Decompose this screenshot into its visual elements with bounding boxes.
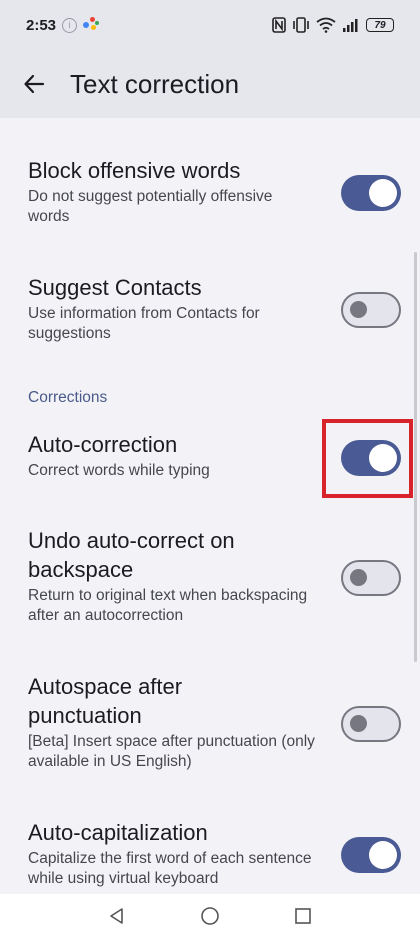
signal-icon bbox=[343, 19, 358, 32]
toggle-knob bbox=[369, 179, 397, 207]
nav-home-button[interactable] bbox=[190, 896, 230, 936]
vibrate-icon bbox=[293, 17, 309, 33]
toggle-block-offensive[interactable] bbox=[341, 175, 401, 211]
battery-icon: 79 bbox=[366, 18, 394, 32]
back-button[interactable] bbox=[14, 64, 54, 104]
setting-title: Auto-capitalization bbox=[28, 820, 208, 845]
navigation-bar bbox=[0, 894, 420, 938]
toggle-auto-correction[interactable] bbox=[341, 440, 401, 476]
status-bar: 2:53 i 79 bbox=[0, 0, 420, 50]
nav-recents-button[interactable] bbox=[283, 896, 323, 936]
setting-title: Suggest Contacts bbox=[28, 275, 202, 300]
info-icon: i bbox=[62, 17, 78, 33]
arrow-back-icon bbox=[24, 74, 45, 94]
setting-summary: Return to original text when backspacing… bbox=[28, 587, 308, 624]
toggle-undo-autocorrect[interactable] bbox=[341, 560, 401, 596]
setting-title: Auto-correction bbox=[28, 432, 178, 457]
setting-auto-correction[interactable]: Auto-correction Correct words while typi… bbox=[28, 430, 318, 481]
status-icons: 79 bbox=[272, 17, 394, 33]
setting-block-offensive[interactable]: Block offensive words Do not suggest pot… bbox=[28, 156, 318, 227]
toggle-autospace[interactable] bbox=[341, 706, 401, 742]
setting-auto-capitalization[interactable]: Auto-capitalization Capitalize the first… bbox=[28, 818, 318, 889]
toggle-knob bbox=[369, 841, 397, 869]
setting-suggest-contacts[interactable]: Suggest Contacts Use information from Co… bbox=[28, 273, 318, 344]
toggle-knob bbox=[350, 569, 367, 586]
setting-summary: Do not suggest potentially offensive wor… bbox=[28, 188, 273, 225]
scrollbar[interactable] bbox=[414, 252, 417, 662]
setting-summary: Use information from Contacts for sugges… bbox=[28, 305, 260, 342]
toggle-knob bbox=[369, 444, 397, 472]
section-header-corrections: Corrections bbox=[28, 389, 108, 406]
setting-undo-autocorrect[interactable]: Undo auto-correct on backspace Return to… bbox=[28, 526, 308, 626]
setting-summary: Correct words while typing bbox=[28, 462, 210, 479]
setting-summary: [Beta] Insert space after punctuation (o… bbox=[28, 733, 315, 770]
setting-title: Autospace after punctuation bbox=[28, 674, 183, 728]
toggle-auto-capitalization[interactable] bbox=[341, 837, 401, 873]
square-recents-icon bbox=[295, 908, 312, 924]
nfc-icon bbox=[272, 17, 286, 33]
wifi-icon bbox=[316, 17, 336, 33]
settings-list[interactable]: Block offensive words Do not suggest pot… bbox=[0, 118, 420, 894]
circle-home-icon bbox=[201, 907, 219, 925]
setting-autospace[interactable]: Autospace after punctuation [Beta] Inser… bbox=[28, 672, 318, 772]
page-title: Text correction bbox=[70, 68, 240, 99]
toggle-knob bbox=[350, 715, 367, 732]
triangle-back-icon bbox=[109, 908, 123, 924]
toggle-knob bbox=[350, 301, 367, 318]
nav-back-button[interactable] bbox=[97, 896, 137, 936]
setting-summary: Capitalize the first word of each senten… bbox=[28, 850, 312, 887]
status-time: 2:53 bbox=[26, 16, 57, 34]
toggle-suggest-contacts[interactable] bbox=[341, 292, 401, 328]
setting-title: Block offensive words bbox=[28, 158, 241, 183]
app-header: Text correction bbox=[0, 50, 420, 118]
setting-title: Undo auto-correct on backspace bbox=[28, 528, 235, 582]
assistant-icon bbox=[83, 17, 100, 33]
